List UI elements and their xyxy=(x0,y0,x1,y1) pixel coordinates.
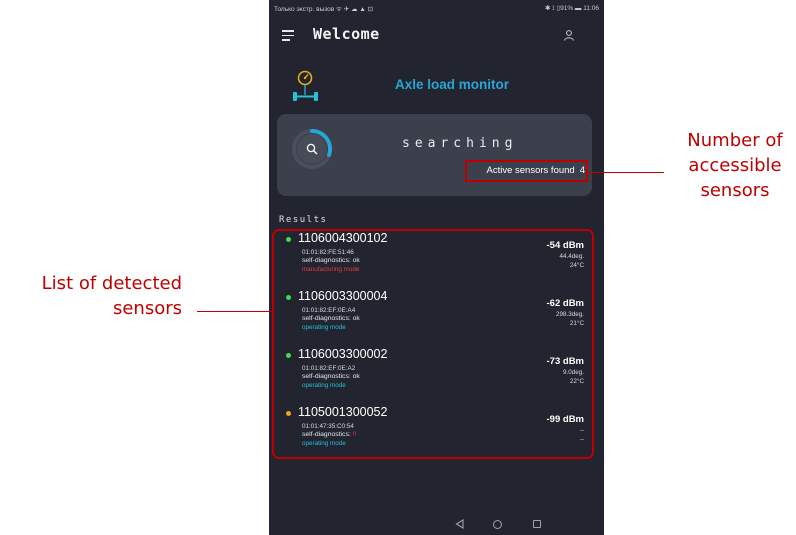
status-bar: Только экстр. вызов ᯤ ✈ ☁ ▲ ⊡ ✱ ⟟ ▯91% ▬… xyxy=(269,0,604,16)
brand-header: Axle load monitor xyxy=(269,68,604,108)
user-icon[interactable] xyxy=(563,29,575,41)
callout-sensor-list: List of detected sensors xyxy=(41,273,182,319)
highlight-sensors-found xyxy=(465,160,588,182)
search-button[interactable] xyxy=(297,134,327,164)
menu-icon[interactable] xyxy=(282,30,294,41)
nav-recent-icon[interactable] xyxy=(533,520,541,528)
nav-home-icon[interactable] xyxy=(493,520,502,529)
callout-sensors-found: Number of accessible sensors xyxy=(687,130,783,201)
page-title: Welcome xyxy=(313,25,380,43)
app-bar: Welcome xyxy=(269,22,604,50)
results-heading: Results xyxy=(279,215,328,225)
highlight-sensor-list xyxy=(272,229,594,459)
search-card: searching Active sensors found 4 xyxy=(277,114,592,196)
leader-line-sensor-list xyxy=(197,311,272,312)
system-nav-bar xyxy=(269,515,604,535)
search-status: searching xyxy=(402,136,518,151)
status-bar-right: ✱ ⟟ ▯91% ▬ 11:06 xyxy=(545,4,599,12)
search-icon xyxy=(306,143,318,155)
brand-title: Axle load monitor xyxy=(395,77,510,92)
leader-line-sensors-found xyxy=(588,172,664,173)
axle-logo-icon xyxy=(293,70,318,101)
nav-back-icon[interactable] xyxy=(455,519,464,529)
status-bar-left: Только экстр. вызов ᯤ ✈ ☁ ▲ ⊡ xyxy=(274,5,374,13)
